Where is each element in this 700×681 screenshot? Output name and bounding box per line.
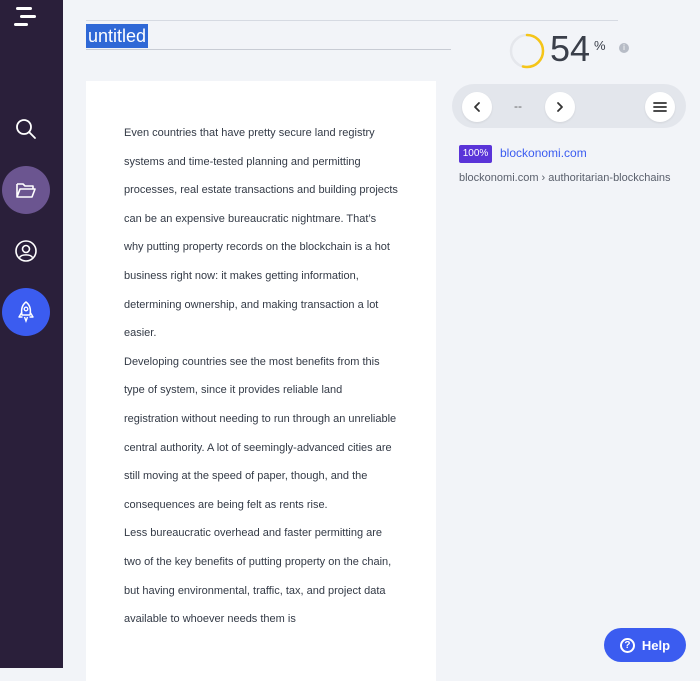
score-unit: % — [594, 38, 606, 53]
help-button[interactable]: ? Help — [604, 628, 686, 662]
help-label: Help — [641, 637, 671, 653]
source-navigator: -- — [452, 84, 686, 128]
sidebar-item-documents[interactable] — [2, 166, 50, 214]
user-icon — [15, 240, 37, 262]
hamburger-menu-icon — [653, 102, 667, 112]
source-pager: -- — [514, 99, 522, 113]
score-value: 54 — [550, 28, 591, 69]
document-paragraph: Even countries that have pretty secure l… — [124, 127, 398, 340]
chevron-left-icon — [474, 102, 480, 112]
score-ring — [509, 33, 545, 69]
chevron-right-icon — [557, 102, 563, 112]
previous-source-button[interactable] — [462, 92, 492, 122]
source-menu-button[interactable] — [645, 92, 675, 122]
next-source-button[interactable] — [545, 92, 575, 122]
question-icon: ? — [619, 637, 635, 653]
app-logo-icon[interactable] — [14, 6, 36, 28]
info-icon[interactable]: i — [619, 43, 629, 53]
rocket-icon — [18, 301, 34, 323]
sidebar — [0, 0, 63, 668]
search-icon — [16, 119, 36, 139]
sidebar-item-launch[interactable] — [2, 288, 50, 336]
document-paragraph: Less bureaucratic overhead and faster pe… — [124, 527, 392, 626]
sidebar-item-search[interactable] — [2, 105, 50, 153]
title-divider — [86, 20, 618, 21]
document-editor[interactable]: Even countries that have pretty secure l… — [86, 81, 436, 681]
sidebar-item-account[interactable] — [2, 227, 50, 275]
title-underline — [86, 49, 451, 50]
document-title-input[interactable]: untitled — [86, 24, 149, 48]
source-breadcrumb: blockonomi.com › authoritarian-blockchai… — [459, 172, 671, 184]
folder-open-icon — [16, 183, 36, 198]
source-domain-link[interactable]: blockonomi.com — [500, 146, 587, 160]
document-paragraph: Developing countries see the most benefi… — [124, 355, 397, 511]
match-percentage-badge: 100% — [459, 145, 492, 163]
